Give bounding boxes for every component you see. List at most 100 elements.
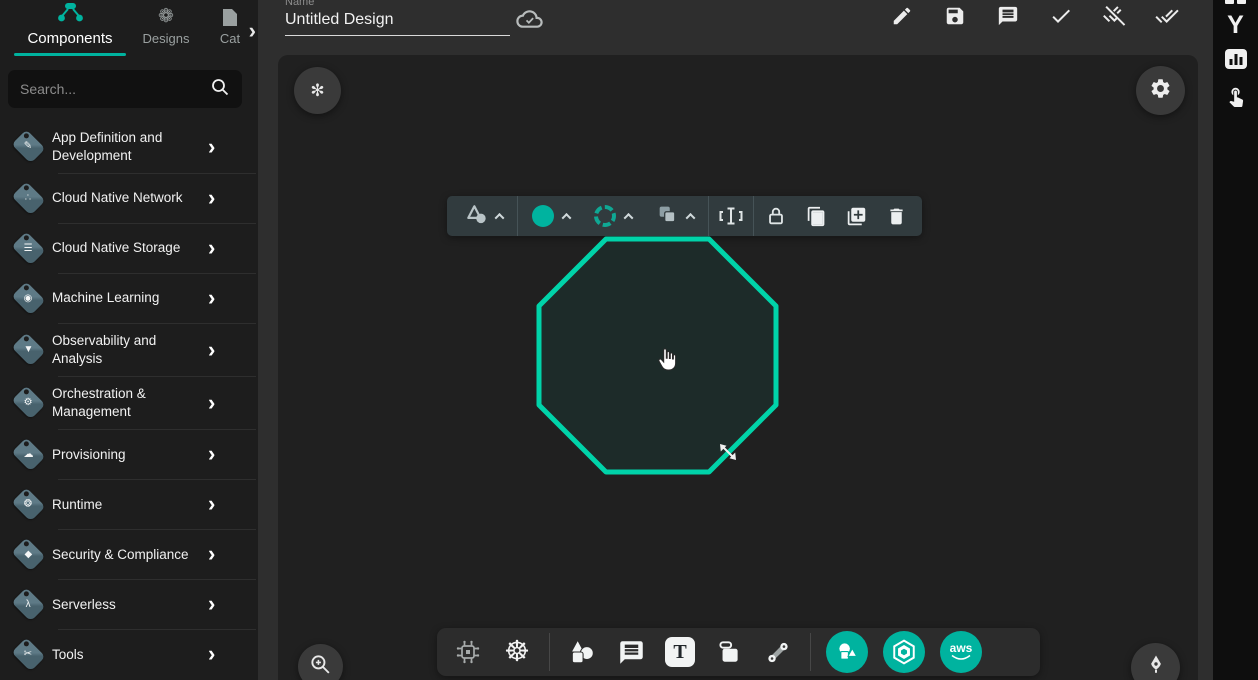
- layers-icon: [656, 203, 678, 230]
- layers-dropdown[interactable]: [646, 196, 704, 236]
- tag-icon: ▼: [4, 339, 52, 360]
- chevron-right-icon: ›: [208, 446, 215, 462]
- tab-label: Designs: [143, 31, 190, 46]
- chevron-right-icon: ›: [208, 496, 215, 512]
- text-icon[interactable]: T: [663, 632, 697, 672]
- note-icon[interactable]: [712, 632, 746, 672]
- link-icon[interactable]: [761, 632, 795, 672]
- tag-icon: ✎: [4, 136, 52, 157]
- resize-icon[interactable]: [713, 196, 749, 236]
- sidebar-tabs: Components ❁ Designs Cat ›: [0, 0, 258, 56]
- design-name-input[interactable]: [285, 9, 510, 36]
- design-name-field: Name: [285, 0, 525, 46]
- pen-nib-icon: [1144, 653, 1168, 680]
- search-icon[interactable]: [210, 77, 230, 102]
- pen-button[interactable]: [1131, 643, 1180, 680]
- add-to-icon[interactable]: [838, 196, 874, 236]
- right-toolbar-rail: Y: [1213, 0, 1258, 680]
- category-cloud-native-network[interactable]: ∴ Cloud Native Network ›: [0, 173, 258, 223]
- delete-icon[interactable]: [878, 196, 914, 236]
- comment-icon[interactable]: [614, 632, 648, 672]
- tab-label: Components: [27, 30, 112, 47]
- aws-provider-icon[interactable]: aws: [940, 631, 982, 673]
- category-label: Provisioning: [52, 446, 208, 464]
- category-label: Observability and Analysis: [52, 332, 208, 367]
- copy-icon[interactable]: [798, 196, 834, 236]
- category-provisioning[interactable]: ☁ Provisioning ›: [0, 429, 258, 479]
- category-orchestration[interactable]: ⚙ Orchestration & Management ›: [0, 376, 258, 429]
- search-box: [8, 70, 242, 108]
- deploy-icon[interactable]: [1155, 4, 1179, 28]
- stroke-color-swatch: [594, 205, 616, 227]
- tag-icon: λ: [4, 594, 52, 615]
- tag-icon: ◆: [4, 544, 52, 565]
- lock-icon[interactable]: [758, 196, 794, 236]
- header-actions: [890, 4, 1179, 28]
- save-icon[interactable]: [943, 4, 967, 28]
- kubernetes-icon[interactable]: ☸: [500, 632, 534, 672]
- check-icon[interactable]: [1049, 4, 1073, 28]
- tag-icon: ⚙: [4, 392, 52, 413]
- active-tab-underline: [14, 53, 126, 56]
- stroke-color-dropdown[interactable]: [584, 196, 642, 236]
- chevron-right-icon: ›: [208, 546, 215, 562]
- category-app-definition[interactable]: ✎ App Definition and Development ›: [0, 120, 258, 173]
- tabs-scroll-next-icon[interactable]: ›: [249, 22, 256, 40]
- circuit-icon[interactable]: [451, 632, 485, 672]
- category-label: Machine Learning: [52, 289, 208, 307]
- tag-icon: ☁: [4, 444, 52, 465]
- comment-icon[interactable]: [996, 4, 1020, 28]
- undeploy-icon[interactable]: [1102, 4, 1126, 28]
- hexagon-provider-icon[interactable]: [883, 631, 925, 673]
- canvas-settings-button[interactable]: [1136, 66, 1185, 115]
- category-security[interactable]: ◆ Security & Compliance ›: [0, 529, 258, 579]
- name-field-label: Name: [285, 0, 314, 8]
- zoom-in-button[interactable]: [298, 644, 343, 680]
- chevron-right-icon: ›: [208, 190, 215, 206]
- chevron-right-icon: ›: [208, 240, 215, 256]
- gear-icon: [1149, 77, 1172, 105]
- components-icon: [55, 2, 85, 24]
- component-category-list: ✎ App Definition and Development › ∴ Clo…: [0, 120, 258, 679]
- tools-dock: ☸ T: [437, 628, 1040, 676]
- asterisk-icon: ✻: [310, 81, 324, 101]
- category-label: Cloud Native Storage: [52, 239, 208, 257]
- search-input[interactable]: [20, 81, 210, 97]
- fill-color-dropdown[interactable]: [522, 196, 580, 236]
- yaml-icon[interactable]: Y: [1227, 12, 1244, 38]
- category-runtime[interactable]: ❂ Runtime ›: [0, 479, 258, 529]
- tag-icon: ☰: [4, 238, 52, 259]
- chevron-right-icon: ›: [208, 596, 215, 612]
- category-cloud-native-storage[interactable]: ☰ Cloud Native Storage ›: [0, 223, 258, 273]
- shapes-provider-icon[interactable]: [826, 631, 868, 673]
- touch-icon[interactable]: [1225, 85, 1247, 112]
- fill-color-swatch: [532, 205, 554, 227]
- design-canvas[interactable]: ✻: [278, 55, 1198, 680]
- shapes-dropdown[interactable]: [455, 196, 513, 236]
- freeze-button[interactable]: ✻: [294, 67, 341, 114]
- shapes-icon: [465, 204, 487, 229]
- tag-icon: ◉: [4, 288, 52, 309]
- designs-icon: ❁: [158, 5, 174, 27]
- resize-handle-arrow-icon[interactable]: [716, 441, 740, 470]
- chart-icon[interactable]: [1224, 48, 1248, 75]
- chevron-up-icon: [686, 212, 696, 222]
- category-label: Orchestration & Management: [52, 385, 208, 420]
- zoom-in-icon: [309, 653, 332, 680]
- chevron-up-icon: [562, 212, 572, 222]
- shapes-icon[interactable]: [565, 632, 599, 672]
- tab-components[interactable]: Components: [10, 0, 130, 56]
- category-label: Runtime: [52, 496, 208, 514]
- category-observability[interactable]: ▼ Observability and Analysis ›: [0, 323, 258, 376]
- chevron-right-icon: ›: [208, 139, 215, 155]
- design-canvas-app: Components ❁ Designs Cat ›: [0, 0, 1258, 680]
- category-label: Security & Compliance: [52, 546, 208, 564]
- edit-icon[interactable]: [890, 4, 914, 28]
- components-sidebar: Components ❁ Designs Cat ›: [0, 0, 258, 680]
- category-serverless[interactable]: λ Serverless ›: [0, 579, 258, 629]
- tab-label: Cat: [220, 31, 240, 46]
- category-tools[interactable]: ✂ Tools ›: [0, 629, 258, 679]
- tab-designs[interactable]: ❁ Designs: [130, 3, 202, 46]
- category-machine-learning[interactable]: ◉ Machine Learning ›: [0, 273, 258, 323]
- window-grid-icon[interactable]: [1225, 0, 1246, 4]
